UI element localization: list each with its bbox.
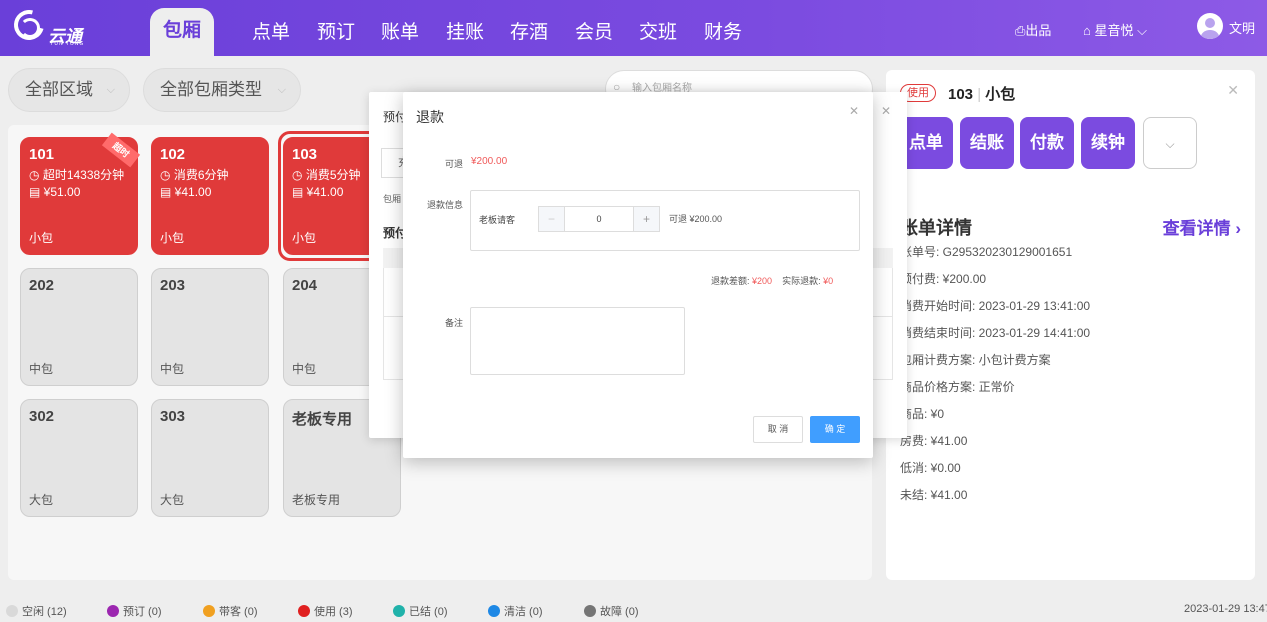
legend-cleaning: 清洁 (0)	[488, 603, 543, 619]
decrement-button[interactable]: −	[539, 207, 565, 231]
store-icon: ⌂	[1083, 23, 1095, 38]
refund-summary: 退款差额: ¥200 实际退款: ¥0	[711, 276, 834, 286]
extend-button[interactable]: 续钟	[1081, 117, 1135, 169]
dot-icon	[6, 605, 18, 617]
legend-fault: 故障 (0)	[584, 603, 639, 619]
legend-idle: 空闲 (12)	[6, 603, 67, 619]
store-selector[interactable]: ⌂ 星音悦 ⌵	[1083, 20, 1147, 39]
legend-settled: 已结 (0)	[393, 603, 448, 619]
refundable-amount: ¥200.00	[471, 156, 508, 167]
room-card[interactable]: 101 超时 ◷ 超时14338分钟 ▤ ¥51.00 小包	[20, 132, 141, 255]
logo-subtext: YUN TONG	[50, 41, 85, 47]
bill-detail-title: 账单详情	[900, 218, 972, 238]
confirm-button[interactable]: 确 定	[810, 416, 860, 443]
nav-tab-order[interactable]: 点单	[252, 17, 290, 44]
remark-label: 备注	[444, 318, 463, 328]
user-name[interactable]: 文明	[1229, 18, 1255, 37]
legend-reserved: 预订 (0)	[107, 603, 162, 619]
close-icon[interactable]: ✕	[849, 104, 859, 118]
refund-quantity-input[interactable]: 0	[565, 207, 633, 231]
user-avatar[interactable]	[1197, 13, 1223, 39]
dot-icon	[203, 605, 215, 617]
close-icon[interactable]: ✕	[881, 104, 891, 118]
refund-item-name: 老板请客	[479, 215, 516, 225]
status-legend-bar: 空闲 (12) 预订 (0) 带客 (0) 使用 (3) 已结 (0) 清洁 (…	[0, 598, 1267, 622]
pay-button[interactable]: 付款	[1020, 117, 1074, 169]
bill-line: 包厢计费方案: 小包计费方案	[900, 353, 1051, 367]
dot-icon	[488, 605, 500, 617]
bill-line: 商品价格方案: 正常价	[900, 380, 1015, 394]
dot-icon	[107, 605, 119, 617]
view-detail-link[interactable]: 查看详情 ›	[1163, 214, 1241, 239]
increment-button[interactable]: +	[633, 207, 659, 231]
bill-line: 未结: ¥41.00	[900, 488, 968, 502]
cancel-button[interactable]: 取 消	[753, 416, 803, 443]
nav-tab-bill[interactable]: 账单	[381, 17, 419, 44]
order-button[interactable]: 点单	[899, 117, 953, 169]
close-icon[interactable]: ✕	[1227, 82, 1239, 99]
legend-guest: 带客 (0)	[203, 603, 258, 619]
actual-refund-value: ¥0	[823, 276, 834, 286]
chevron-right-icon: ›	[1230, 219, 1241, 238]
dialog-title: 退款	[416, 109, 444, 125]
room-card[interactable]: 102 ◷ 消费6分钟 ▤ ¥41.00 小包	[151, 137, 269, 255]
print-button[interactable]: ⎙出品	[1015, 20, 1051, 39]
bill-line: 账单号: G295320230129001651	[900, 245, 1073, 259]
nav-tab-reserve[interactable]: 预订	[317, 17, 355, 44]
bill-line: 房费: ¥41.00	[900, 434, 968, 448]
bill-line: 消费结束时间: 2023-01-29 14:41:00	[900, 326, 1091, 340]
top-nav-bar: 云通 YUN TONG 包厢 点单 预订 账单 挂账 存酒 会员 交班 财务 ⎙…	[0, 0, 1267, 56]
more-actions-button[interactable]: ⌵	[1143, 117, 1197, 169]
remark-textarea[interactable]	[470, 307, 685, 375]
room-card[interactable]: 203 中包	[151, 268, 269, 386]
room-card[interactable]: 202 中包	[20, 268, 138, 386]
room-card[interactable]: 303 大包	[151, 399, 269, 517]
refundable-label: 可退	[444, 159, 463, 169]
nav-tab-finance[interactable]: 财务	[704, 17, 742, 44]
clock-icon: ◷	[292, 168, 306, 182]
chevron-down-icon: ⌵	[1133, 23, 1147, 38]
room-detail-panel: 使用 103 | 小包 ✕ 点单 结账 付款 续钟 ⌵ 账单详情 查看详情 › …	[886, 70, 1255, 580]
legend-in-use: 使用 (3)	[298, 603, 353, 619]
chevron-down-icon: ⌵	[106, 84, 115, 96]
clock-icon: ◷	[29, 168, 43, 182]
room-title: 103 | 小包	[948, 86, 1016, 103]
bill-line: 预付费: ¥200.00	[900, 272, 987, 286]
dot-icon	[393, 605, 405, 617]
nav-tab-member[interactable]: 会员	[575, 17, 613, 44]
bill-icon: ▤	[160, 185, 175, 199]
refund-info-label: 退款信息	[426, 200, 463, 210]
nav-tab-rooms[interactable]: 包厢	[150, 8, 214, 56]
bill-icon: ▤	[292, 185, 307, 199]
room-type-filter-select[interactable]: 全部包厢类型 ⌵	[143, 68, 301, 112]
refund-diff-value: ¥200	[752, 276, 773, 286]
nav-tab-shift[interactable]: 交班	[639, 17, 677, 44]
area-filter-select[interactable]: 全部区域 ⌵	[8, 68, 130, 112]
nav-tab-credit[interactable]: 挂账	[446, 17, 484, 44]
item-refundable: 可退 ¥200.00	[669, 214, 723, 224]
chevron-down-icon: ⌵	[277, 84, 286, 96]
bill-line: 低消: ¥0.00	[900, 461, 961, 475]
dot-icon	[584, 605, 596, 617]
room-card[interactable]: 302 大包	[20, 399, 138, 517]
current-time: 2023-01-29 13:47	[1184, 603, 1267, 615]
prepay-room-label: 包厢	[383, 194, 402, 204]
refund-info-box: 老板请客 − 0 + 可退 ¥200.00	[470, 190, 860, 251]
bill-icon: ▤	[29, 185, 44, 199]
nav-tab-wine[interactable]: 存酒	[510, 17, 548, 44]
refund-dialog: 退款 ✕ 可退 ¥200.00 退款信息 老板请客 − 0 + 可退 ¥200.…	[403, 92, 873, 458]
chevron-down-icon: ⌵	[1165, 137, 1175, 151]
checkout-button[interactable]: 结账	[960, 117, 1014, 169]
dot-icon	[298, 605, 310, 617]
printer-icon: ⎙	[1015, 23, 1026, 38]
clock-icon: ◷	[160, 168, 174, 182]
refund-quantity-stepper: − 0 +	[538, 206, 660, 232]
bill-line: 消费开始时间: 2023-01-29 13:41:00	[900, 299, 1091, 313]
app-logo: 云通 YUN TONG	[8, 4, 92, 48]
